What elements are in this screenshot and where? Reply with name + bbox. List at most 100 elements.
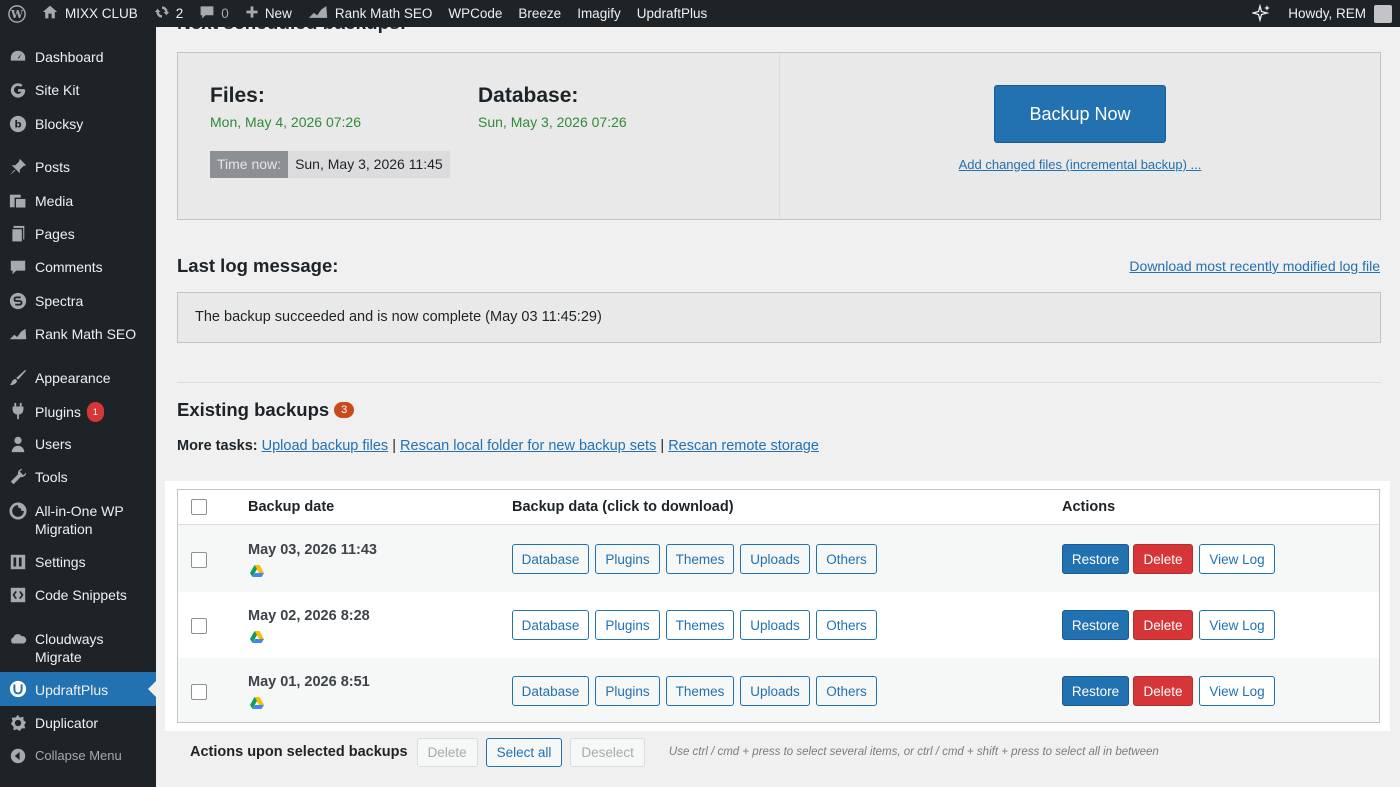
delete-button[interactable]: Delete <box>1133 610 1193 640</box>
sidebar-item-appearance[interactable]: Appearance <box>0 368 156 388</box>
bulk-delete-button[interactable]: Delete <box>416 737 478 767</box>
download-themes-button[interactable]: Themes <box>666 610 734 640</box>
sidebar-item-updraftplus[interactable]: UpdraftPlus <box>0 672 156 706</box>
download-uploads-button[interactable]: Uploads <box>740 544 810 574</box>
delete-button[interactable]: Delete <box>1133 544 1193 574</box>
sidebar-item-users[interactable]: Users <box>0 434 156 454</box>
sidebar-item-label: Appearance <box>35 370 111 386</box>
adminbar-label: Breeze <box>518 6 562 21</box>
download-database-button[interactable]: Database <box>512 610 589 640</box>
adminbar-item-wpcode[interactable]: WPCode <box>440 0 510 27</box>
sidebar-item-plugins[interactable]: Plugins 1 <box>0 401 156 422</box>
ai-sparkle-icon[interactable] <box>1244 0 1280 27</box>
new-content-link[interactable]: New <box>237 0 300 27</box>
sidebar-item-rank-math-seo[interactable]: Rank Math SEO <box>0 324 156 344</box>
delete-button[interactable]: Delete <box>1133 676 1193 706</box>
sidebar-item-media[interactable]: Media <box>0 191 156 211</box>
sidebar-item-site-kit[interactable]: Site Kit <box>0 80 156 100</box>
rankmath-icon <box>308 5 328 22</box>
existing-backups-table-area: Backup date Backup data (click to downlo… <box>165 481 1390 731</box>
panel-divider <box>779 53 780 219</box>
sidebar-item-cloudways-migrate[interactable]: Cloudways Migrate <box>0 629 156 666</box>
view-log-button[interactable]: View Log <box>1199 544 1275 574</box>
admin-bar: W MIXX CLUB 2 0 New Rank Math SEO WPCode… <box>0 0 1400 27</box>
download-themes-button[interactable]: Themes <box>666 544 734 574</box>
view-log-button[interactable]: View Log <box>1199 610 1275 640</box>
scheduled-backups-panel: Files: Mon, May 4, 2026 07:26 Database: … <box>177 52 1381 220</box>
download-uploads-button[interactable]: Uploads <box>740 610 810 640</box>
sidebar-item-comments[interactable]: Comments <box>0 257 156 277</box>
time-now-display: Time now: Sun, May 3, 2026 11:45 <box>210 151 450 178</box>
download-uploads-button[interactable]: Uploads <box>740 676 810 706</box>
site-name-link[interactable]: MIXX CLUB <box>34 0 146 27</box>
adminbar-item-breeze[interactable]: Breeze <box>510 0 569 27</box>
sidebar-item-label: Blocksy <box>35 116 84 132</box>
download-others-button[interactable]: Others <box>816 544 877 574</box>
more-tasks-label: More tasks: <box>177 438 258 454</box>
updates-link[interactable]: 2 <box>146 0 192 27</box>
sidebar-item-settings[interactable]: Settings <box>0 552 156 572</box>
download-others-button[interactable]: Others <box>816 610 877 640</box>
incremental-backup-link[interactable]: Add changed files (incremental backup) .… <box>955 157 1205 172</box>
rescan-remote-storage-link[interactable]: Rescan remote storage <box>668 438 819 454</box>
log-message-text: The backup succeeded and is now complete… <box>195 309 602 325</box>
bulk-actions-label: Actions upon selected backups <box>190 744 408 760</box>
download-plugins-button[interactable]: Plugins <box>595 676 660 706</box>
sidebar-item-label: Cloudways Migrate <box>35 631 104 665</box>
download-others-button[interactable]: Others <box>816 676 877 706</box>
database-label: Database: <box>478 84 579 107</box>
download-plugins-button[interactable]: Plugins <box>595 544 660 574</box>
download-plugins-button[interactable]: Plugins <box>595 610 660 640</box>
comments-link[interactable]: 0 <box>191 0 237 27</box>
separator: | <box>660 438 665 454</box>
files-label: Files: <box>210 84 265 107</box>
upload-backup-files-link[interactable]: Upload backup files <box>262 438 389 454</box>
sidebar-item-label: Site Kit <box>35 82 80 98</box>
sidebar-item-duplicator[interactable]: Duplicator <box>0 713 156 733</box>
row-checkbox[interactable] <box>191 552 207 568</box>
time-now-value: Sun, May 3, 2026 11:45 <box>288 151 450 178</box>
sidebar-item-spectra[interactable]: Spectra <box>0 291 156 311</box>
adminbar-item-rank-math[interactable]: Rank Math SEO <box>300 0 441 27</box>
select-all-button[interactable]: Select all <box>485 737 563 767</box>
home-icon <box>42 4 58 23</box>
main-content: Next scheduled backups: Files: Mon, May … <box>156 13 1400 787</box>
sidebar-item-tools[interactable]: Tools <box>0 467 156 487</box>
collapse-menu-button[interactable]: Collapse Menu <box>0 746 156 766</box>
row-checkbox[interactable] <box>191 684 207 700</box>
rescan-local-folder-link[interactable]: Rescan local folder for new backup sets <box>400 438 656 454</box>
restore-button[interactable]: Restore <box>1062 544 1129 574</box>
row-checkbox[interactable] <box>191 618 207 634</box>
restore-button[interactable]: Restore <box>1062 610 1129 640</box>
my-account-link[interactable]: Howdy, REM <box>1280 0 1400 27</box>
adminbar-item-updraftplus[interactable]: UpdraftPlus <box>629 0 716 27</box>
download-database-button[interactable]: Database <box>512 676 589 706</box>
existing-backups-title: Existing backups <box>177 399 330 420</box>
backup-now-button[interactable]: Backup Now <box>994 85 1166 143</box>
restore-button[interactable]: Restore <box>1062 676 1129 706</box>
code-icon <box>8 585 28 605</box>
sidebar-item-label: Tools <box>35 469 68 485</box>
adminbar-item-imagify[interactable]: Imagify <box>569 0 629 27</box>
wordpress-logo-icon[interactable]: W <box>0 0 34 27</box>
download-database-button[interactable]: Database <box>512 544 589 574</box>
sidebar-item-dashboard[interactable]: Dashboard <box>0 47 156 67</box>
adminbar-label: WPCode <box>448 6 503 21</box>
google-drive-icon <box>250 696 264 714</box>
sidebar-item-blocksy[interactable]: b Blocksy <box>0 114 156 134</box>
brush-icon <box>8 368 28 388</box>
sidebar-item-label: Settings <box>35 554 86 570</box>
view-log-button[interactable]: View Log <box>1199 676 1275 706</box>
sidebar-item-code-snippets[interactable]: Code Snippets <box>0 585 156 605</box>
download-log-link[interactable]: Download most recently modified log file <box>1129 258 1380 274</box>
svg-text:b: b <box>14 120 21 131</box>
collapse-icon <box>8 746 28 766</box>
select-all-checkbox[interactable] <box>191 499 207 515</box>
sidebar-item-pages[interactable]: Pages <box>0 224 156 244</box>
download-themes-button[interactable]: Themes <box>666 676 734 706</box>
existing-backups-heading: Existing backups 3 <box>177 399 355 421</box>
deselect-button[interactable]: Deselect <box>570 737 645 767</box>
sidebar-item-all-in-one-wp-migration[interactable]: All-in-One WP Migration <box>0 501 156 538</box>
site-name-label: MIXX CLUB <box>65 6 138 21</box>
sidebar-item-posts[interactable]: Posts <box>0 157 156 177</box>
